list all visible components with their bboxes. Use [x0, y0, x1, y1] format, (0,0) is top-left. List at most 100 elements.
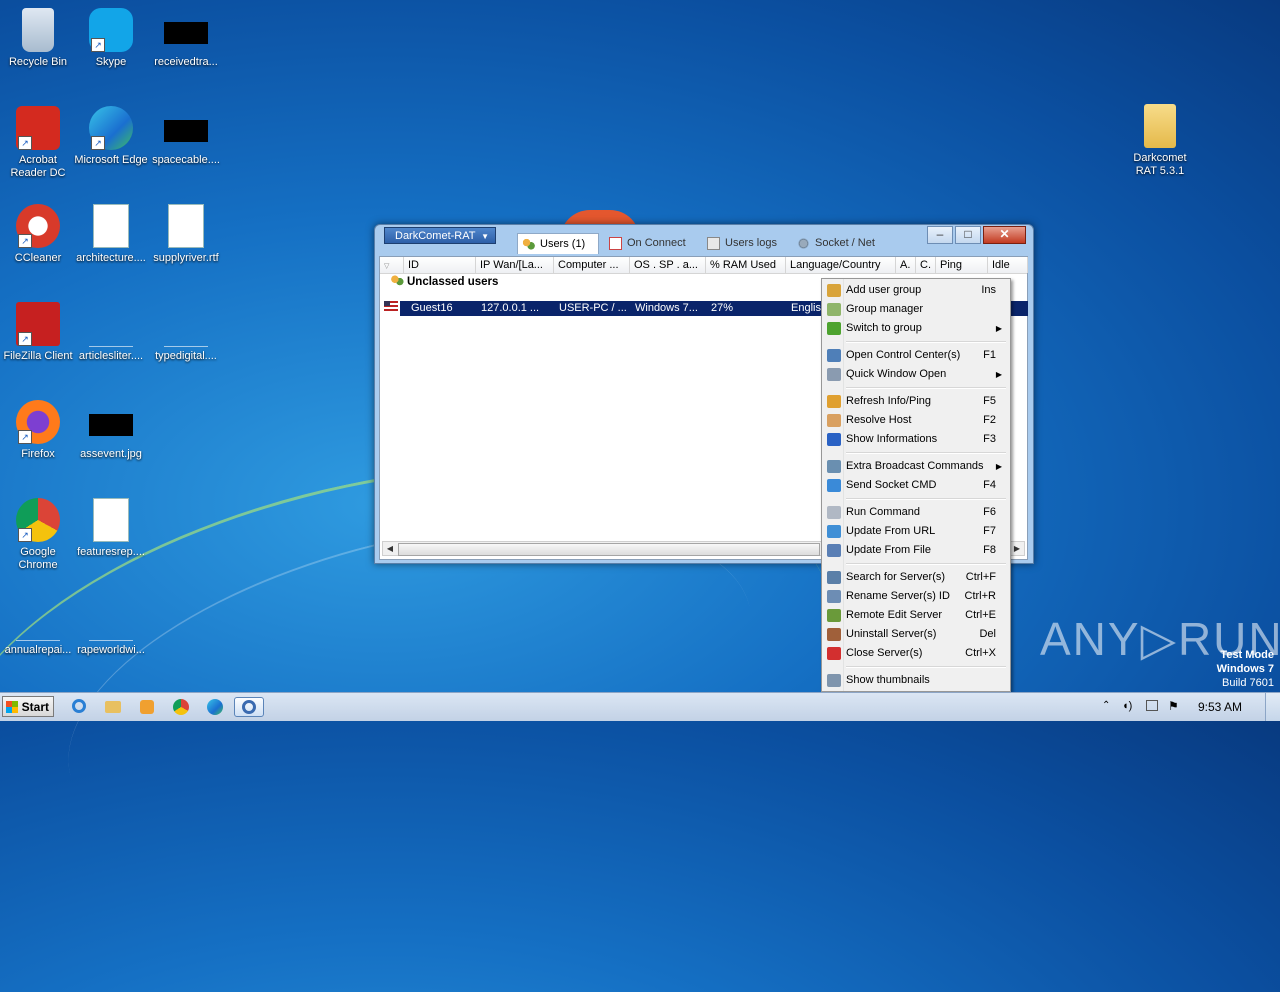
- scroll-left-icon[interactable]: ◀: [383, 542, 397, 555]
- shortcut-arrow-icon: ↗: [18, 332, 32, 346]
- menu-item[interactable]: Extra Broadcast Commands ▶: [824, 457, 1006, 476]
- broadcast-icon: [827, 460, 841, 473]
- maximize-button[interactable]: □: [955, 226, 981, 244]
- desktop-icon[interactable]: ↗ Google Chrome: [0, 498, 76, 572]
- desktop-icon[interactable]: ↗ Skype: [73, 8, 149, 69]
- menu-item[interactable]: Remote Edit Server Ctrl+E: [824, 606, 1006, 625]
- test-mode-text: Test Mode: [1220, 649, 1274, 661]
- desktop-icon[interactable]: ↗ Microsoft Edge: [73, 106, 149, 167]
- menu-item[interactable]: Close Server(s) Ctrl+X: [824, 644, 1006, 663]
- menu-item[interactable]: Group manager: [824, 300, 1006, 319]
- column-ip[interactable]: IP Wan/[La...: [476, 257, 554, 273]
- menu-item[interactable]: Resolve Host F2: [824, 411, 1006, 430]
- start-button[interactable]: Start: [2, 696, 54, 717]
- refresh-icon: [827, 395, 841, 408]
- column-c[interactable]: C.: [916, 257, 936, 273]
- scroll-right-icon[interactable]: ▶: [1010, 542, 1024, 555]
- menu-item[interactable]: Update From URL F7: [824, 522, 1006, 541]
- flag-icon[interactable]: ⚑: [1168, 699, 1179, 713]
- desktop-icon[interactable]: featuresrep....: [73, 498, 149, 559]
- desktop-icon-label: assevent.jpg: [80, 448, 142, 460]
- menu-item[interactable]: Update From File F8: [824, 541, 1006, 560]
- run-icon: [827, 506, 841, 519]
- menu-item-label: Refresh Info/Ping: [846, 395, 931, 407]
- desktop-icon[interactable]: Darkcomet RAT 5.3.1: [1122, 104, 1198, 178]
- menu-item[interactable]: Show Informations F3: [824, 430, 1006, 449]
- column-id[interactable]: ID: [404, 257, 476, 273]
- menu-item[interactable]: Search for Server(s) Ctrl+F: [824, 568, 1006, 587]
- explorer-icon: [105, 701, 121, 713]
- menu-item[interactable]: Run Command F6: [824, 503, 1006, 522]
- desktop-icon[interactable]: Recycle Bin: [0, 8, 76, 69]
- column-language[interactable]: Language/Country: [786, 257, 896, 273]
- chrome-taskbar-button[interactable]: [170, 697, 192, 717]
- darkcomet-taskbar-button[interactable]: [234, 697, 264, 717]
- explorer-taskbar-button[interactable]: [102, 697, 124, 717]
- tab-socket-net[interactable]: Socket / Net: [793, 233, 885, 254]
- desktop-icon[interactable]: articlesliter....: [73, 302, 149, 363]
- desktop-icon[interactable]: architecture....: [73, 204, 149, 265]
- shortcut-arrow-icon: ↗: [18, 430, 32, 444]
- desktop-icon[interactable]: ↗ Acrobat Reader DC: [0, 106, 76, 180]
- tab-users-logs[interactable]: Users logs: [703, 233, 787, 254]
- desktop-icon[interactable]: spacecable....: [148, 106, 224, 167]
- menu-item[interactable]: Uninstall Server(s) Del: [824, 625, 1006, 644]
- column-ping[interactable]: Ping: [936, 257, 988, 273]
- desktop-icon[interactable]: ↗ FileZilla Client: [0, 302, 76, 363]
- ie-taskbar-button[interactable]: [68, 697, 90, 717]
- tab-users[interactable]: Users (1): [517, 233, 599, 254]
- scroll-thumb[interactable]: [398, 543, 820, 556]
- menu-item[interactable]: Send Socket CMD F4: [824, 476, 1006, 495]
- menu-item-label: Open Control Center(s): [846, 349, 961, 361]
- volume-icon[interactable]: ◖): [1122, 700, 1132, 712]
- menu-item-label: Extra Broadcast Commands: [846, 460, 984, 472]
- column-idle[interactable]: Idle: [988, 257, 1028, 273]
- edge-taskbar-button[interactable]: [204, 697, 226, 717]
- close-button[interactable]: ✕: [983, 226, 1026, 244]
- menu-item[interactable]: Quick Window Open ▶: [824, 365, 1006, 384]
- darkcomet-menu-button[interactable]: DarkComet-RAT ▼: [384, 227, 496, 244]
- desktop-icon[interactable]: receivedtra...: [148, 8, 224, 69]
- network-icon[interactable]: [1146, 700, 1158, 711]
- column-ram[interactable]: % RAM Used: [706, 257, 786, 273]
- desktop-icon[interactable]: ↗ Firefox: [0, 400, 76, 461]
- group-title: Unclassed users: [407, 276, 499, 288]
- column-a[interactable]: A.: [896, 257, 916, 273]
- menu-separator: [846, 452, 1006, 454]
- system-tray: ⌃ ◖) ⚑ 9:53 AM: [1100, 693, 1280, 721]
- menu-item[interactable]: Open Control Center(s) F1: [824, 346, 1006, 365]
- network-icon: [797, 237, 810, 250]
- media-player-taskbar-button[interactable]: [136, 697, 158, 717]
- menu-item-shortcut: F1: [983, 349, 996, 361]
- skype-icon: ↗: [89, 8, 133, 52]
- column-computer[interactable]: Computer ...: [554, 257, 630, 273]
- column-os[interactable]: OS . SP . a...: [630, 257, 706, 273]
- menu-separator: [846, 341, 1006, 343]
- desktop-icon[interactable]: rapeworldwi...: [73, 596, 149, 657]
- blank-file-icon: [164, 302, 208, 347]
- menu-item-shortcut: F2: [983, 414, 996, 426]
- start-label: Start: [21, 700, 49, 714]
- desktop-icon[interactable]: supplyriver.rtf: [148, 204, 224, 265]
- menu-item[interactable]: Add user group Ins: [824, 281, 1006, 300]
- tab-on-connect[interactable]: On Connect: [605, 233, 697, 254]
- clock[interactable]: 9:53 AM: [1198, 693, 1242, 721]
- column-sort-toggle[interactable]: ▽: [380, 257, 404, 273]
- chevron-right-icon: ▶: [995, 462, 1002, 471]
- menu-item[interactable]: Rename Server(s) ID Ctrl+R: [824, 587, 1006, 606]
- desktop-icon[interactable]: annualrepai...: [0, 596, 76, 657]
- group-header[interactable]: Unclassed users: [390, 275, 498, 288]
- menu-item-shortcut: Del: [979, 628, 996, 640]
- desktop-icon[interactable]: ↗ CCleaner: [0, 204, 76, 265]
- menu-item[interactable]: Switch to group ▶: [824, 319, 1006, 338]
- chevron-up-icon[interactable]: ⌃: [1102, 700, 1110, 711]
- chevron-right-icon: ▶: [995, 324, 1002, 333]
- minimize-button[interactable]: –: [927, 226, 953, 244]
- desktop-icon[interactable]: assevent.jpg: [73, 400, 149, 461]
- menu-item[interactable]: Show thumbnails: [824, 671, 1006, 690]
- show-desktop-button[interactable]: [1265, 693, 1280, 721]
- os-name-text: Windows 7: [1216, 663, 1274, 675]
- menu-item[interactable]: Refresh Info/Ping F5: [824, 392, 1006, 411]
- desktop-icon[interactable]: typedigital....: [148, 302, 224, 363]
- menu-item-label: Resolve Host: [846, 414, 912, 426]
